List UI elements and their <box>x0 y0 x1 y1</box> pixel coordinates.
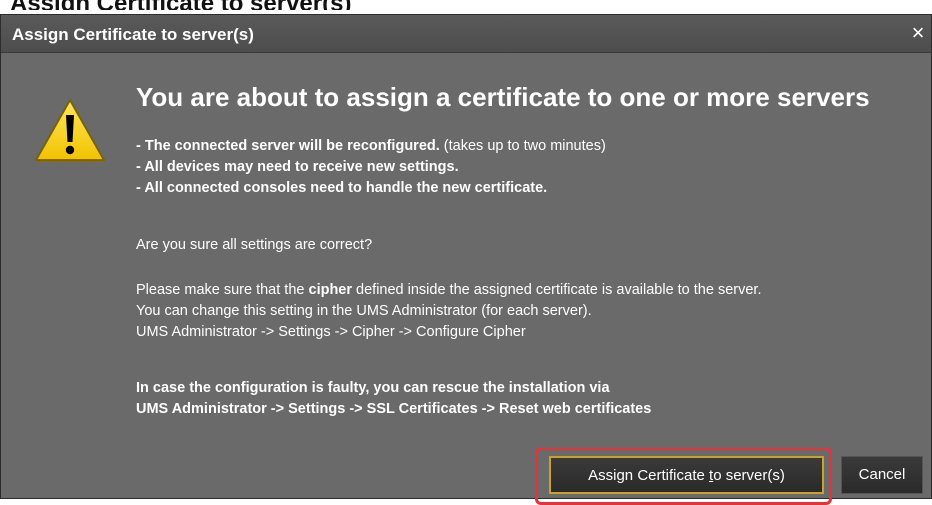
confirm-question: Are you sure all settings are correct? <box>136 237 373 253</box>
consequence-server-note: (takes up to two minutes) <box>439 138 606 154</box>
consequence-devices: - All devices may need to receive new se… <box>136 159 459 175</box>
close-icon[interactable]: × <box>907 20 929 46</box>
cipher-post: defined inside the assigned certificate … <box>352 282 762 298</box>
cipher-pre: Please make sure that the <box>136 282 309 298</box>
assign-certificate-dialog: Assign Certificate to server(s) × You ar… <box>0 14 932 505</box>
outer-caption: Assign Certificate to server(s) <box>10 0 351 10</box>
rescue-info-line1: In case the configuration is faulty, you… <box>136 380 610 396</box>
consequence-server: - The connected server will be reconfigu… <box>136 136 926 157</box>
rescue-info: In case the configuration is faulty, you… <box>136 378 926 420</box>
cipher-info: Please make sure that the cipher defined… <box>136 280 926 343</box>
dialog-heading: You are about to assign a certificate to… <box>136 82 870 112</box>
cipher-info-line1: Please make sure that the cipher defined… <box>136 280 926 301</box>
dialog-titlebar: Assign Certificate to server(s) × <box>1 15 931 53</box>
cipher-info-line3: UMS Administrator -> Settings -> Cipher … <box>136 324 526 340</box>
warning-triangle-icon <box>35 99 105 161</box>
assign-label-mid: o <box>713 467 722 484</box>
cancel-button[interactable]: Cancel <box>841 456 923 494</box>
cipher-info-line2: You can change this setting in the UMS A… <box>136 303 592 319</box>
assign-label-post: server(s) <box>721 467 785 484</box>
rescue-info-line2: UMS Administrator -> Settings -> SSL Cer… <box>136 401 652 417</box>
cipher-word: cipher <box>308 282 353 298</box>
consequence-consoles: - All connected consoles need to handle … <box>136 180 548 196</box>
dialog-title: Assign Certificate to server(s) <box>12 25 254 44</box>
assign-label-pre: Assign Certificate <box>588 467 710 484</box>
assign-certificate-button[interactable]: Assign Certificate to server(s) <box>549 456 824 494</box>
consequences-list: - The connected server will be reconfigu… <box>136 136 926 199</box>
consequence-server-bold: - The connected server will be reconfigu… <box>136 138 440 154</box>
